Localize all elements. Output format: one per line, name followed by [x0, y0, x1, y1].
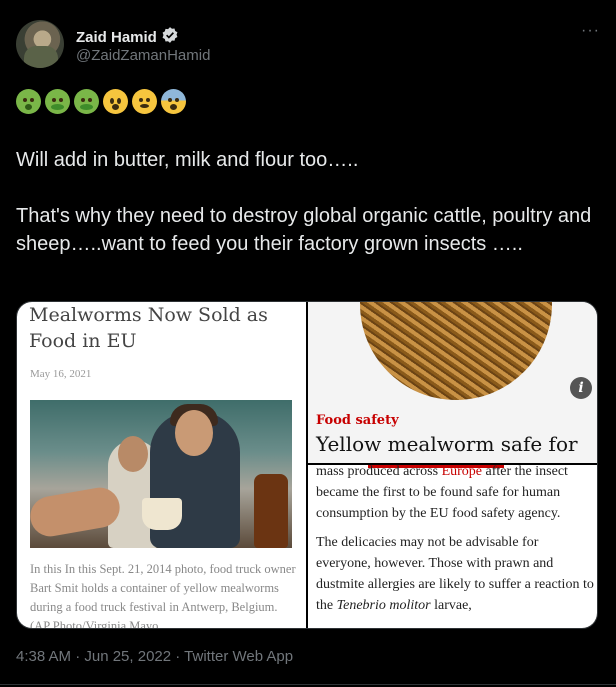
person-face	[118, 436, 148, 472]
vomiting-face-icon	[45, 89, 70, 114]
food-truck-photo	[30, 400, 292, 548]
article-title: Mealworms Now Sold as Food in EU	[29, 304, 268, 352]
author-name-text[interactable]: Zaid Hamid	[76, 29, 157, 46]
more-options-icon[interactable]: ···	[581, 22, 600, 40]
nauseated-face-icon	[16, 89, 41, 114]
person-face	[175, 410, 213, 456]
emoji-row	[16, 89, 186, 117]
tweet-header: Zaid Hamid @ZaidZamanHamid ···	[16, 18, 600, 70]
astonished-face-icon	[103, 89, 128, 114]
tweet-text: Will add in butter, milk and flour too….…	[16, 149, 592, 255]
article-date: May 16, 2021	[30, 368, 92, 380]
sauce-bottle	[254, 474, 288, 548]
divider	[0, 684, 616, 685]
paragraph-text: larvae,	[430, 598, 472, 613]
worried-face-icon	[132, 89, 157, 114]
media-image-guardian-body[interactable]: mass produced across Europe after the in…	[308, 465, 597, 628]
media-grid[interactable]: Mealworms Now Sold as Food in EU May 16,…	[16, 301, 598, 629]
species-name: Tenebrio molitor	[336, 598, 431, 613]
article-paragraph: mass produced across Europe after the in…	[316, 465, 594, 524]
mealworm-cup	[142, 498, 182, 530]
article-body: mass produced across Europe after the in…	[316, 465, 594, 624]
article-category: Food safety	[316, 413, 399, 428]
info-icon[interactable]: i	[570, 377, 592, 399]
article-paragraph: The delicacies may not be advisable for …	[316, 532, 594, 616]
author-handle[interactable]: @ZaidZamanHamid	[76, 47, 210, 64]
vomiting-face-icon	[74, 89, 99, 114]
article-headline: Yellow mealworm safe for	[316, 432, 578, 456]
media-image-article-left[interactable]: Mealworms Now Sold as Food in EU May 16,…	[17, 302, 306, 628]
verified-badge-icon	[161, 26, 179, 48]
anxious-face-icon	[161, 89, 186, 114]
author-name[interactable]: Zaid Hamid	[76, 26, 179, 48]
mealworm-bowl	[360, 302, 552, 400]
avatar[interactable]	[16, 20, 64, 68]
tweet-timestamp[interactable]: 4:38 AM · Jun 25, 2022 · Twitter Web App	[16, 648, 293, 665]
media-image-guardian-top[interactable]: i Food safety Yellow mealworm safe for	[308, 302, 597, 463]
europe-link[interactable]: Europe	[442, 465, 482, 479]
paragraph-text: mass produced across	[316, 465, 442, 479]
photo-caption: In this In this Sept. 21, 2014 photo, fo…	[30, 562, 296, 629]
